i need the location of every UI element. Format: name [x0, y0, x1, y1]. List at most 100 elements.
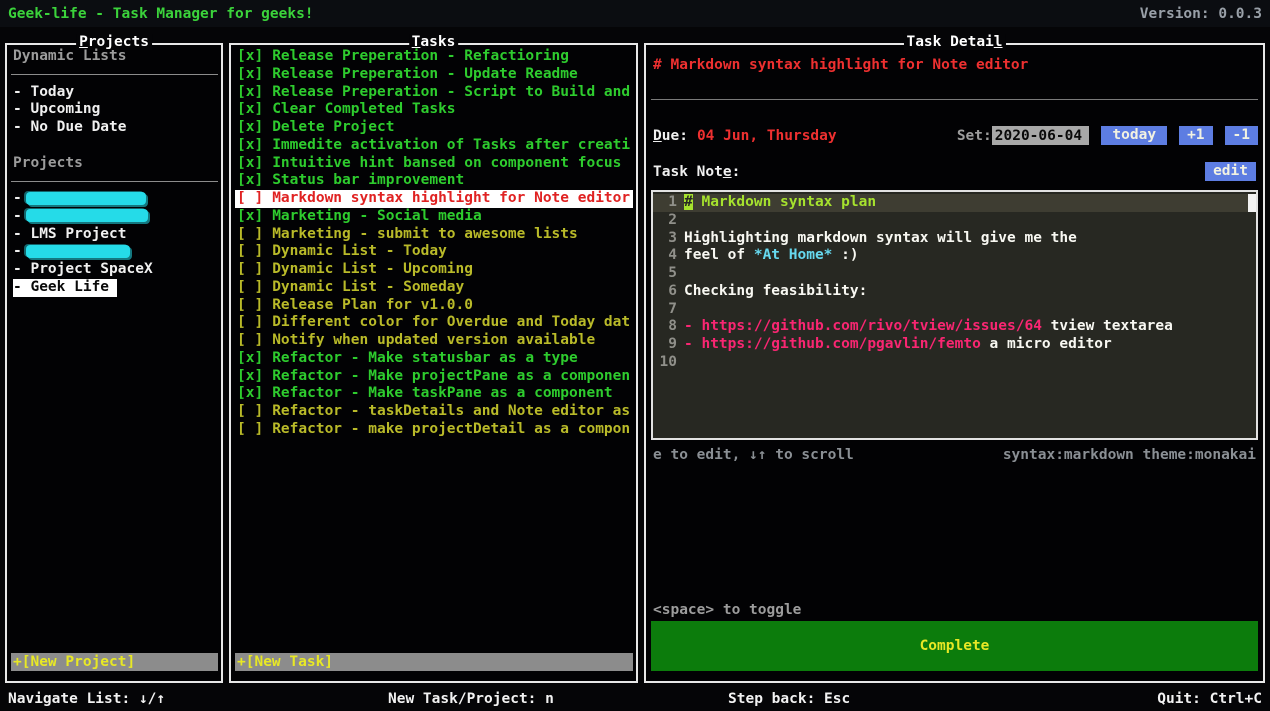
task-row[interactable]: [x]Release Preperation - Script to Build… — [235, 84, 633, 102]
task-checkbox[interactable]: [ ] — [237, 403, 263, 419]
task-label: Dynamic List - Today — [272, 243, 447, 259]
note-lines: 1# Markdown syntax plan23Highlighting ma… — [653, 194, 1256, 372]
task-checkbox[interactable]: [x] — [237, 84, 263, 100]
task-label: Intuitive hint bansed on component focus — [272, 155, 621, 171]
editor-hint-left: e to edit, ↓↑ to scroll — [653, 447, 854, 463]
task-checkbox[interactable]: [ ] — [237, 421, 263, 437]
line-number: 4 — [653, 247, 684, 265]
task-label: Release Preperation - Update Readme — [272, 66, 578, 82]
task-row[interactable]: [x]Marketing - Social media — [235, 208, 633, 226]
redacted-project-name — [26, 192, 146, 205]
new-task-button[interactable]: +[New Task] — [235, 653, 633, 671]
task-row[interactable]: [x] Delete Project — [235, 119, 633, 137]
dynamic-list-item[interactable]: - Today — [11, 84, 218, 102]
project-item[interactable]: - LMS Project — [11, 226, 218, 244]
line-number: 10 — [653, 354, 684, 372]
tasks-panel: Tasks [x]Release Preperation - Refactior… — [229, 43, 638, 683]
project-items: --- LMS Project-- Project SpaceX- Geek L… — [11, 190, 218, 297]
task-row[interactable]: [ ] Different color for Overdue and Today… — [235, 314, 633, 332]
task-checkbox[interactable]: [x] — [237, 119, 263, 135]
note-line: 1# Markdown syntax plan — [653, 194, 1256, 212]
task-row[interactable]: [x]Immedite activation of Tasks after cr… — [235, 137, 633, 155]
dynamic-lists-header: Dynamic Lists — [11, 48, 218, 66]
task-title: # Markdown syntax highlight for Note edi… — [651, 56, 1258, 74]
task-checkbox[interactable]: [ ] — [237, 190, 263, 206]
task-row[interactable]: [x]Refactor - Make projectPane as a comp… — [235, 368, 633, 386]
note-line: 8- https://github.com/rivo/tview/issues/… — [653, 318, 1256, 336]
task-checkbox[interactable]: [x] — [237, 155, 263, 171]
task-label: Different color for Overdue and Today da… — [272, 314, 630, 330]
task-note-label: Task Note: — [653, 164, 740, 180]
line-number: 7 — [653, 301, 684, 319]
task-row[interactable]: [x] Clear Completed Tasks — [235, 101, 633, 119]
task-label: Clear Completed Tasks — [272, 101, 455, 117]
task-checkbox[interactable]: [ ] — [237, 314, 263, 330]
due-row: Due: 04 Jun, Thursday Set: today +1 -1 — [651, 126, 1258, 145]
task-label: Refactor - taskDetails and Note editor a… — [272, 403, 630, 419]
editor-hint-row: e to edit, ↓↑ to scroll syntax:markdown … — [651, 447, 1258, 463]
line-number: 9 — [653, 336, 684, 354]
project-item[interactable]: - Project SpaceX — [11, 261, 218, 279]
task-checkbox[interactable]: [x] — [237, 48, 263, 64]
task-row[interactable]: [ ]Refactor - make projectDetail as a co… — [235, 421, 633, 439]
task-checkbox[interactable]: [x] — [237, 368, 263, 384]
complete-button[interactable]: Complete — [651, 621, 1258, 671]
note-row: Task Note: edit — [651, 162, 1258, 181]
project-item[interactable]: - Geek Life — [11, 279, 218, 297]
task-list: [x]Release Preperation - Refactioring[x]… — [235, 48, 633, 439]
task-checkbox[interactable]: [ ] — [237, 297, 263, 313]
task-row[interactable]: [ ]Release Plan for v1.0.0 — [235, 297, 633, 315]
task-row[interactable]: [ ]Marketing - submit to awesome lists — [235, 226, 633, 244]
projects-header: Projects — [11, 155, 218, 173]
task-checkbox[interactable]: [x] — [237, 208, 263, 224]
minus-one-button[interactable]: -1 — [1225, 126, 1258, 145]
task-row[interactable]: [x]Refactor - Make taskPane as a compone… — [235, 385, 633, 403]
task-checkbox[interactable]: [ ] — [237, 279, 263, 295]
task-checkbox[interactable]: [x] — [237, 172, 263, 188]
date-input[interactable] — [992, 126, 1090, 145]
task-row[interactable]: [x]Status bar improvement — [235, 172, 633, 190]
task-row[interactable]: [x] Release Preperation - Update Readme — [235, 66, 633, 84]
dynamic-list-item[interactable]: - Upcoming — [11, 101, 218, 119]
project-item[interactable]: - — [11, 208, 218, 226]
panels-container: Projects Dynamic Lists - Today- Upcoming… — [5, 43, 1265, 683]
task-checkbox[interactable]: [x] — [237, 137, 263, 153]
app-title: Geek-life - Task Manager for geeks! — [8, 6, 314, 22]
line-number: 3 — [653, 230, 684, 248]
project-item[interactable]: - — [11, 243, 218, 261]
dynamic-list-item[interactable]: - No Due Date — [11, 119, 218, 137]
task-row[interactable]: [x] Refactor - Make statusbar as a type — [235, 350, 633, 368]
new-project-button[interactable]: +[New Project] — [11, 653, 218, 671]
line-number: 5 — [653, 265, 684, 283]
task-checkbox[interactable]: [ ] — [237, 261, 263, 277]
task-row[interactable]: [ ]Dynamic List - Upcoming — [235, 261, 633, 279]
edit-button[interactable]: edit — [1205, 162, 1256, 181]
plus-one-button[interactable]: +1 — [1179, 126, 1212, 145]
note-editor[interactable]: 1# Markdown syntax plan23Highlighting ma… — [651, 190, 1258, 440]
statusbar-quit: Quit: Ctrl+C — [1157, 688, 1262, 710]
task-label: Markdown syntax highlight for Note edito… — [272, 190, 630, 206]
task-checkbox[interactable]: [ ] — [237, 332, 263, 348]
task-row[interactable]: [ ] Refactor - taskDetails and Note edito… — [235, 403, 633, 421]
note-line: 5 — [653, 265, 1256, 283]
task-checkbox[interactable]: [x] — [237, 385, 263, 401]
task-row[interactable]: [ ]Dynamic List - Someday — [235, 279, 633, 297]
projects-panel: Projects Dynamic Lists - Today- Upcoming… — [5, 43, 223, 683]
task-checkbox[interactable]: [ ] — [237, 243, 263, 259]
task-checkbox[interactable]: [ ] — [237, 226, 263, 242]
task-checkbox[interactable]: [x] — [237, 101, 263, 117]
task-checkbox[interactable]: [x] — [237, 350, 263, 366]
task-label: Refactor - Make statusbar as a type — [272, 350, 578, 366]
today-button[interactable]: today — [1101, 126, 1167, 145]
task-row[interactable]: [ ] Markdown syntax highlight for Note ed… — [235, 190, 633, 208]
task-label: Delete Project — [272, 119, 394, 135]
task-row[interactable]: [ ] Notify when updated version available — [235, 332, 633, 350]
note-line: 3Highlighting markdown syntax will give … — [653, 230, 1256, 248]
task-row[interactable]: [x]Release Preperation - Refactioring — [235, 48, 633, 66]
task-checkbox[interactable]: [x] — [237, 66, 263, 82]
task-row[interactable]: [ ] Dynamic List - Today — [235, 243, 633, 261]
editor-scrollbar-thumb[interactable] — [1248, 194, 1256, 212]
project-item[interactable]: - — [11, 190, 218, 208]
task-row[interactable]: [x] Intuitive hint bansed on component fo… — [235, 155, 633, 173]
task-label: Notify when updated version available — [272, 332, 595, 348]
